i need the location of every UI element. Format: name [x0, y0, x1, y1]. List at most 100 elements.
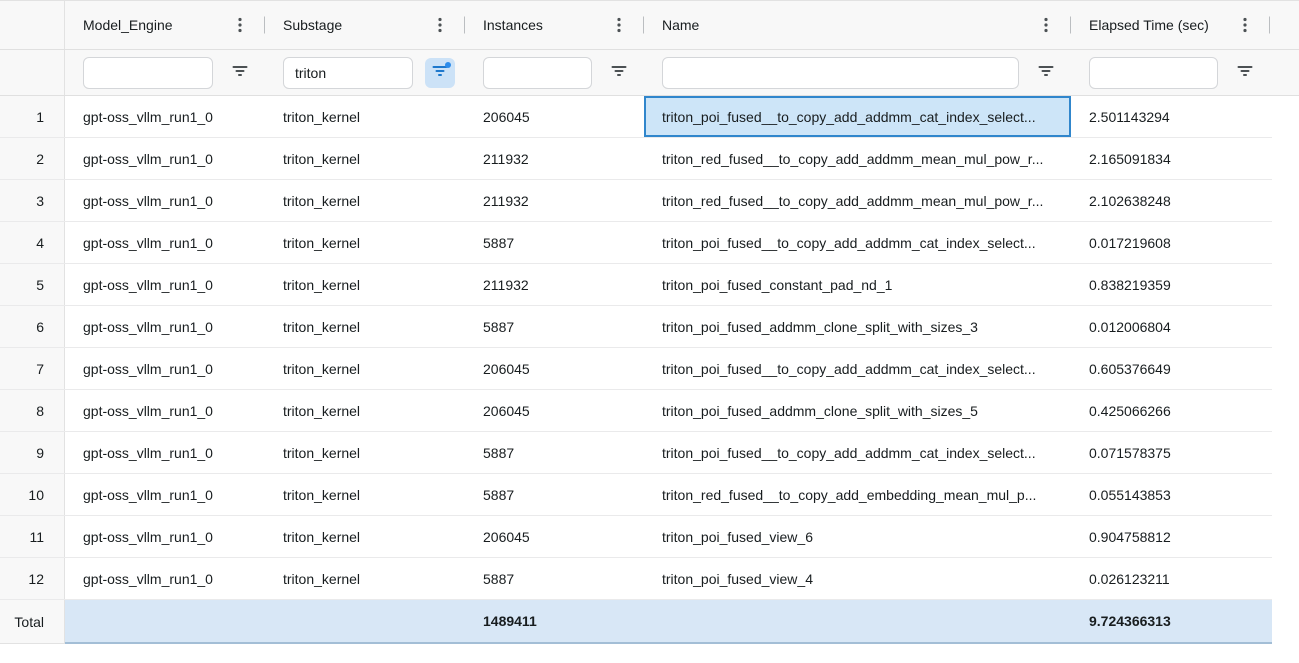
substage-filter-button[interactable] [425, 58, 455, 88]
cell-substage[interactable]: triton_kernel [265, 222, 465, 263]
cell-model-engine[interactable]: gpt-oss_vllm_run1_0 [65, 138, 265, 179]
table-row[interactable]: 11 gpt-oss_vllm_run1_0 triton_kernel 206… [0, 516, 1272, 558]
name-filter-input[interactable] [662, 57, 1019, 89]
elapsed-time-filter-input[interactable] [1089, 57, 1218, 89]
cell-model-engine[interactable]: gpt-oss_vllm_run1_0 [65, 96, 265, 137]
cell-name[interactable]: triton_poi_fused_addmm_clone_split_with_… [644, 390, 1071, 431]
cell-model-engine[interactable]: gpt-oss_vllm_run1_0 [65, 558, 265, 599]
cell-instances[interactable]: 5887 [465, 474, 644, 515]
column-header-name[interactable]: Name [644, 1, 1071, 49]
cell-model-engine[interactable]: gpt-oss_vllm_run1_0 [65, 222, 265, 263]
column-header-elapsed-time[interactable]: Elapsed Time (sec) [1071, 1, 1270, 49]
cell-name[interactable]: triton_red_fused__to_copy_add_addmm_mean… [644, 138, 1071, 179]
cell-instances[interactable]: 5887 [465, 222, 644, 263]
table-row[interactable]: 10 gpt-oss_vllm_run1_0 triton_kernel 588… [0, 474, 1272, 516]
column-menu-icon[interactable] [233, 15, 247, 35]
column-menu-icon[interactable] [1238, 15, 1252, 35]
table-row[interactable]: 8 gpt-oss_vllm_run1_0 triton_kernel 2060… [0, 390, 1272, 432]
table-row[interactable]: 4 gpt-oss_vllm_run1_0 triton_kernel 5887… [0, 222, 1272, 264]
instances-filter-button[interactable] [604, 58, 634, 88]
cell-substage[interactable]: triton_kernel [265, 474, 465, 515]
cell-model-engine[interactable]: gpt-oss_vllm_run1_0 [65, 306, 265, 347]
cell-elapsed[interactable]: 0.425066266 [1071, 390, 1270, 431]
table-row[interactable]: 7 gpt-oss_vllm_run1_0 triton_kernel 2060… [0, 348, 1272, 390]
cell-instances[interactable]: 206045 [465, 516, 644, 557]
cell-instances[interactable]: 211932 [465, 264, 644, 305]
cell-name[interactable]: triton_poi_fused__to_copy_add_addmm_cat_… [644, 96, 1071, 137]
cell-substage[interactable]: triton_kernel [265, 348, 465, 389]
filter-row [0, 50, 1299, 96]
column-header-row: Model_Engine Substage Instances Name Ela [0, 1, 1299, 50]
cell-name[interactable]: triton_red_fused__to_copy_add_embedding_… [644, 474, 1071, 515]
cell-instances[interactable]: 5887 [465, 558, 644, 599]
cell-model-engine[interactable]: gpt-oss_vllm_run1_0 [65, 180, 265, 221]
cell-substage[interactable]: triton_kernel [265, 96, 465, 137]
cell-model-engine[interactable]: gpt-oss_vllm_run1_0 [65, 390, 265, 431]
row-number: 11 [0, 516, 65, 557]
table-row[interactable]: 2 gpt-oss_vllm_run1_0 triton_kernel 2119… [0, 138, 1272, 180]
cell-elapsed[interactable]: 2.165091834 [1071, 138, 1270, 179]
cell-substage[interactable]: triton_kernel [265, 306, 465, 347]
filter-row-filler [1270, 50, 1299, 95]
cell-elapsed[interactable]: 0.026123211 [1071, 558, 1270, 599]
instances-filter-input[interactable] [483, 57, 592, 89]
column-header-instances[interactable]: Instances [465, 1, 644, 49]
table-row[interactable]: 12 gpt-oss_vllm_run1_0 triton_kernel 588… [0, 558, 1272, 600]
cell-instances[interactable]: 211932 [465, 138, 644, 179]
column-menu-icon[interactable] [433, 15, 447, 35]
table-row[interactable]: 9 gpt-oss_vllm_run1_0 triton_kernel 5887… [0, 432, 1272, 474]
cell-name[interactable]: triton_poi_fused__to_copy_add_addmm_cat_… [644, 348, 1071, 389]
cell-elapsed[interactable]: 2.102638248 [1071, 180, 1270, 221]
filter-icon [232, 63, 248, 82]
cell-name[interactable]: triton_poi_fused_view_4 [644, 558, 1071, 599]
cell-elapsed[interactable]: 0.605376649 [1071, 348, 1270, 389]
cell-instances[interactable]: 211932 [465, 180, 644, 221]
table-row[interactable]: 5 gpt-oss_vllm_run1_0 triton_kernel 2119… [0, 264, 1272, 306]
cell-elapsed[interactable]: 0.055143853 [1071, 474, 1270, 515]
cell-substage[interactable]: triton_kernel [265, 558, 465, 599]
cell-elapsed[interactable]: 0.017219608 [1071, 222, 1270, 263]
row-number: 10 [0, 474, 65, 515]
name-filter-button[interactable] [1031, 58, 1061, 88]
cell-name[interactable]: triton_poi_fused__to_copy_add_addmm_cat_… [644, 222, 1071, 263]
cell-substage[interactable]: triton_kernel [265, 138, 465, 179]
table-row[interactable]: 6 gpt-oss_vllm_run1_0 triton_kernel 5887… [0, 306, 1272, 348]
cell-model-engine[interactable]: gpt-oss_vllm_run1_0 [65, 432, 265, 473]
cell-model-engine[interactable]: gpt-oss_vllm_run1_0 [65, 348, 265, 389]
row-number: 7 [0, 348, 65, 389]
cell-name[interactable]: triton_poi_fused_addmm_clone_split_with_… [644, 306, 1071, 347]
cell-model-engine[interactable]: gpt-oss_vllm_run1_0 [65, 264, 265, 305]
column-menu-icon[interactable] [612, 15, 626, 35]
cell-name[interactable]: triton_poi_fused_view_6 [644, 516, 1071, 557]
table-row[interactable]: 3 gpt-oss_vllm_run1_0 triton_kernel 2119… [0, 180, 1272, 222]
cell-model-engine[interactable]: gpt-oss_vllm_run1_0 [65, 516, 265, 557]
column-header-substage[interactable]: Substage [265, 1, 465, 49]
cell-model-engine[interactable]: gpt-oss_vllm_run1_0 [65, 474, 265, 515]
cell-elapsed[interactable]: 2.501143294 [1071, 96, 1270, 137]
cell-elapsed[interactable]: 0.838219359 [1071, 264, 1270, 305]
cell-name[interactable]: triton_poi_fused_constant_pad_nd_1 [644, 264, 1071, 305]
cell-instances[interactable]: 206045 [465, 96, 644, 137]
cell-instances[interactable]: 5887 [465, 432, 644, 473]
cell-elapsed[interactable]: 0.012006804 [1071, 306, 1270, 347]
cell-substage[interactable]: triton_kernel [265, 264, 465, 305]
table-row[interactable]: 1 gpt-oss_vllm_run1_0 triton_kernel 2060… [0, 96, 1272, 138]
cell-name[interactable]: triton_poi_fused__to_copy_add_addmm_cat_… [644, 432, 1071, 473]
elapsed-time-filter-button[interactable] [1230, 58, 1260, 88]
model-engine-filter-button[interactable] [225, 58, 255, 88]
total-row: Total 1489411 9.724366313 [0, 600, 1272, 644]
cell-instances[interactable]: 206045 [465, 348, 644, 389]
column-header-model-engine[interactable]: Model_Engine [65, 1, 265, 49]
column-menu-icon[interactable] [1039, 15, 1053, 35]
cell-instances[interactable]: 206045 [465, 390, 644, 431]
cell-substage[interactable]: triton_kernel [265, 180, 465, 221]
model-engine-filter-input[interactable] [83, 57, 213, 89]
cell-substage[interactable]: triton_kernel [265, 516, 465, 557]
cell-elapsed[interactable]: 0.071578375 [1071, 432, 1270, 473]
substage-filter-input[interactable] [283, 57, 413, 89]
cell-elapsed[interactable]: 0.904758812 [1071, 516, 1270, 557]
cell-substage[interactable]: triton_kernel [265, 432, 465, 473]
cell-name[interactable]: triton_red_fused__to_copy_add_addmm_mean… [644, 180, 1071, 221]
cell-instances[interactable]: 5887 [465, 306, 644, 347]
cell-substage[interactable]: triton_kernel [265, 390, 465, 431]
